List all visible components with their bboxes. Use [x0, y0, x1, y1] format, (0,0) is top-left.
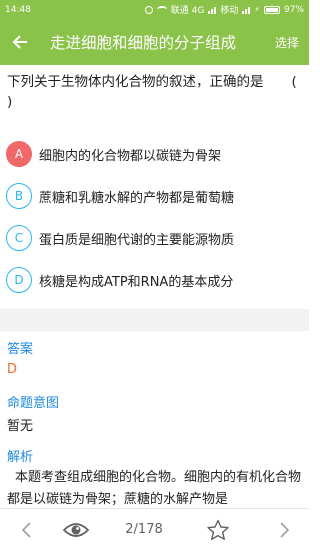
eye-icon — [63, 522, 89, 537]
arrow-left-icon — [12, 35, 27, 49]
page-title: 走进细胞和细胞的分子组成 — [50, 34, 237, 52]
alarm-icon — [144, 5, 153, 14]
option-a-text: 细胞内的化合物都以碳链为骨架 — [39, 148, 222, 164]
option-a-letter: A — [6, 141, 32, 167]
status-icons: 联通 4G 移动 ⚡ 97% — [144, 3, 304, 16]
option-d-letter: D — [6, 267, 32, 293]
option-b-text: 蔗糖和乳糖水解的产物都是葡萄糖 — [39, 190, 235, 206]
option-c-letter: C — [6, 225, 32, 251]
status-time: 14:48 — [5, 4, 31, 15]
option-c[interactable]: C 蛋白质是细胞代谢的主要能源物质 — [6, 217, 306, 259]
app-bar: 走进细胞和细胞的分子组成 选择 — [0, 19, 309, 65]
signal-icon — [208, 6, 217, 14]
answer-value: D — [7, 362, 18, 377]
select-button[interactable]: 选择 — [275, 34, 309, 51]
question-text: 下列关于生物体内化合物的叙述，正确的是( ) — [7, 72, 303, 112]
section-divider — [0, 309, 309, 331]
battery-icon — [263, 5, 280, 14]
intent-value: 暂无 — [7, 419, 34, 434]
battery-percent: 97% — [283, 4, 304, 15]
options-list: A 细胞内的化合物都以碳链为骨架 B 蔗糖和乳糖水解的产物都是葡萄糖 C 蛋白质… — [6, 133, 306, 301]
signal-icon-2 — [242, 6, 251, 14]
option-a[interactable]: A 细胞内的化合物都以碳链为骨架 — [6, 133, 306, 175]
bottom-bar: 2/178 — [0, 508, 309, 550]
page-indicator: 2/178 — [125, 522, 163, 537]
option-b[interactable]: B 蔗糖和乳糖水解的产物都是葡萄糖 — [6, 175, 306, 217]
option-c-text: 蛋白质是细胞代谢的主要能源物质 — [39, 232, 235, 248]
chevron-left-icon — [21, 521, 31, 538]
intent-title: 命题意图 — [7, 396, 60, 411]
question-stem: 下列关于生物体内化合物的叙述，正确的是 — [7, 74, 264, 90]
analysis-title: 解析 — [7, 450, 34, 465]
next-button[interactable] — [265, 509, 305, 550]
show-answer-button[interactable] — [58, 509, 94, 550]
previous-button[interactable] — [6, 509, 46, 550]
chevron-right-icon — [280, 521, 290, 538]
back-button[interactable] — [0, 19, 40, 65]
carrier-2: 移动 — [220, 6, 239, 16]
option-b-letter: B — [6, 183, 32, 209]
favorite-button[interactable] — [200, 509, 236, 550]
wifi-icon — [156, 6, 167, 13]
charging-icon: ⚡ — [254, 5, 260, 14]
analysis-text: 本题考查组成细胞的化合物。细胞内的有机化合物都是以碳链为骨架；蔗糖的水解产物是 — [7, 470, 302, 507]
option-d[interactable]: D 核糖是构成ATP和RNA的基本成分 — [6, 259, 306, 301]
option-d-text: 核糖是构成ATP和RNA的基本成分 — [39, 274, 234, 290]
carrier-1: 联通 4G — [170, 6, 205, 16]
status-bar: 14:48 联通 4G 移动 ⚡ 97% — [0, 0, 309, 19]
answer-title: 答案 — [7, 342, 34, 357]
star-icon — [207, 519, 229, 540]
